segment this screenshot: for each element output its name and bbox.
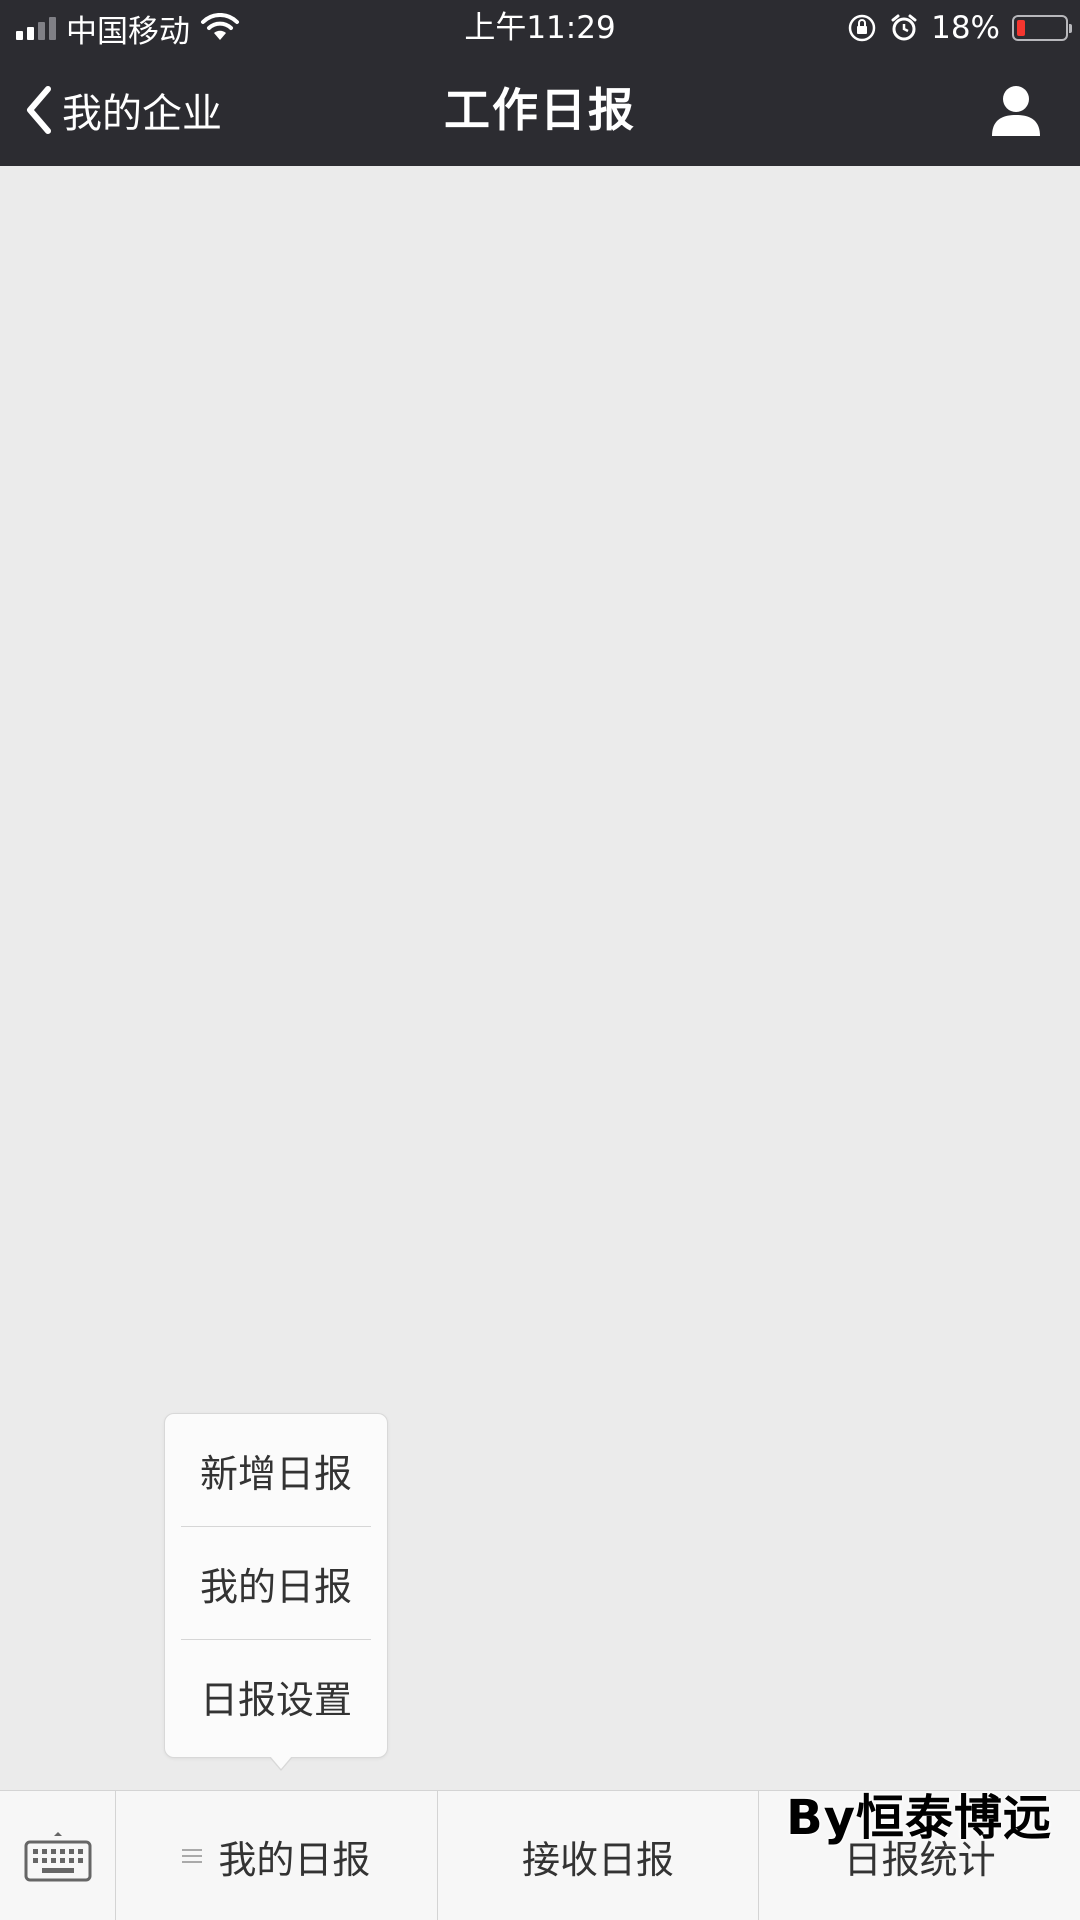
menu-item-new-report[interactable]: 新增日报 [165,1414,387,1526]
tab-label: 我的日报 [218,1837,371,1882]
nav-bar: 我的企业 工作日报 [0,54,1080,166]
tab-received-reports[interactable]: 接收日报 [438,1791,760,1920]
keyboard-toggle-button[interactable] [0,1791,116,1920]
battery-level-fill [1017,20,1025,36]
user-icon [992,86,1040,136]
page-title: 工作日报 [444,83,636,137]
alarm-icon [891,14,917,41]
rotation-lock-icon [848,14,876,42]
top-bar: 中国移动 上午11:29 18% 我的企业 工作日报 [0,0,1080,166]
profile-button[interactable] [988,84,1044,138]
popup-pointer [269,1756,293,1771]
menu-icon [182,1847,203,1865]
battery-percent: 18% [931,10,1000,46]
keyboard-icon [24,1832,91,1882]
screen: 中国移动 上午11:29 18% 我的企业 工作日报 新增日报 我的日报 日报设… [0,0,1080,1920]
menu-item-report-settings[interactable]: 日报设置 [165,1640,387,1752]
popup-menu: 新增日报 我的日报 日报设置 [164,1413,388,1771]
status-bar: 中国移动 上午11:29 18% [0,0,1080,54]
tab-my-reports[interactable]: 我的日报 [116,1791,438,1920]
battery-icon [1012,15,1072,41]
tab-label: 接收日报 [522,1837,675,1882]
status-right: 18% [847,8,1072,48]
menu-item-my-reports[interactable]: 我的日报 [165,1527,387,1639]
watermark-text: By恒泰博远 [786,1790,1052,1846]
